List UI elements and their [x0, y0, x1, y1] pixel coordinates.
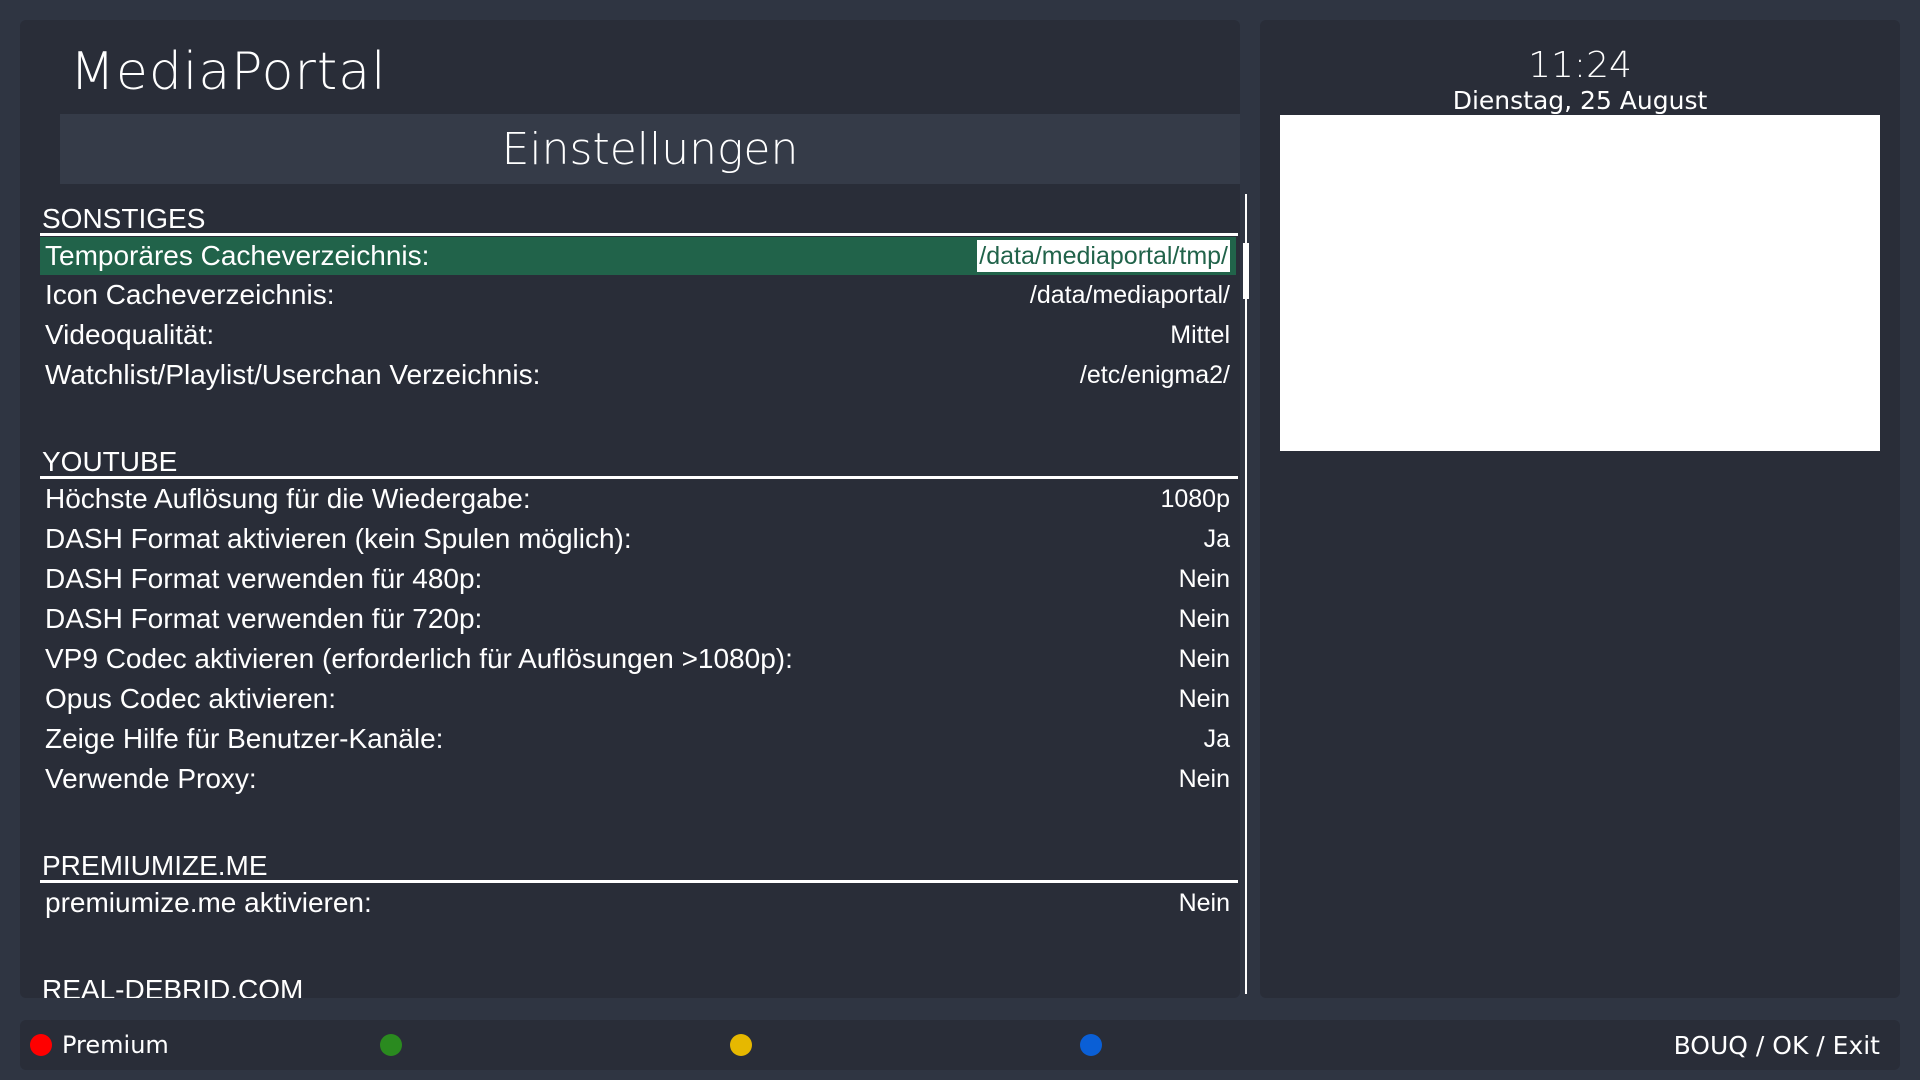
setting-row[interactable]: Watchlist/Playlist/Userchan Verzeichnis:… [40, 355, 1236, 395]
setting-value[interactable]: Ja [1204, 525, 1230, 554]
green-dot-icon [380, 1034, 402, 1056]
setting-value[interactable]: Nein [1179, 605, 1230, 634]
section-header: SONSTIGES [40, 198, 1238, 236]
yellow-button[interactable] [730, 1020, 752, 1070]
setting-value[interactable]: Nein [1179, 685, 1230, 714]
setting-row[interactable]: Verwende Proxy: Nein [40, 759, 1236, 799]
setting-label: VP9 Codec aktivieren (erforderlich für A… [45, 643, 793, 674]
red-button-label: Premium [62, 1031, 169, 1059]
app-title: MediaPortal [70, 42, 387, 102]
setting-row[interactable]: DASH Format aktivieren (kein Spulen mögl… [40, 519, 1236, 559]
setting-label: DASH Format verwenden für 720p: [45, 603, 483, 634]
setting-row[interactable]: Temporäres Cacheverzeichnis: /data/mediap… [40, 237, 1236, 275]
setting-value[interactable]: /data/mediaportal/tmp/ [977, 240, 1230, 272]
setting-value[interactable]: Ja [1204, 725, 1230, 754]
setting-row[interactable]: Icon Cacheverzeichnis: /data/mediaportal/ [40, 275, 1236, 315]
info-panel: 11:24 Dienstag, 25 August [1260, 20, 1900, 998]
setting-value[interactable]: Nein [1179, 645, 1230, 674]
setting-value[interactable]: /data/mediaportal/ [1030, 281, 1230, 310]
setting-row[interactable]: VP9 Codec aktivieren (erforderlich für A… [40, 639, 1236, 679]
setting-value[interactable]: 1080p [1160, 485, 1230, 514]
setting-label: Höchste Auflösung für die Wiedergabe: [45, 483, 531, 514]
page-title: Einstellungen [501, 123, 799, 175]
setting-row[interactable]: Videoqualität: Mittel [40, 315, 1236, 355]
setting-row[interactable]: Höchste Auflösung für die Wiedergabe: 108… [40, 479, 1236, 519]
setting-label: DASH Format verwenden für 480p: [45, 563, 483, 594]
scrollbar-track[interactable] [1245, 194, 1247, 994]
green-button[interactable] [380, 1020, 402, 1070]
setting-label: Icon Cacheverzeichnis: [45, 279, 335, 310]
setting-label: premiumize.me aktivieren: [45, 887, 372, 918]
section-header: PREMIUMIZE.ME [40, 845, 1238, 883]
setting-label: Watchlist/Playlist/Userchan Verzeichnis: [45, 359, 541, 390]
preview-area [1280, 115, 1880, 451]
setting-value[interactable]: Nein [1179, 565, 1230, 594]
title-bar: Einstellungen [60, 114, 1240, 184]
setting-value[interactable]: /etc/enigma2/ [1080, 361, 1230, 390]
setting-value[interactable]: Mittel [1170, 321, 1230, 350]
setting-label: Opus Codec aktivieren: [45, 683, 337, 714]
red-dot-icon [30, 1034, 52, 1056]
setting-row[interactable]: premiumize.me aktivieren: Nein [40, 883, 1236, 923]
setting-row[interactable]: DASH Format verwenden für 720p: Nein [40, 599, 1236, 639]
setting-label: Temporäres Cacheverzeichnis: [45, 240, 430, 271]
blue-dot-icon [1080, 1034, 1102, 1056]
setting-label: DASH Format aktivieren (kein Spulen mögl… [45, 523, 632, 554]
setting-label: Zeige Hilfe für Benutzer-Kanäle: [45, 723, 444, 754]
key-help-text: BOUQ / OK / Exit [1673, 1031, 1880, 1060]
setting-value[interactable]: Nein [1179, 765, 1230, 794]
scrollbar-thumb[interactable] [1243, 243, 1249, 299]
settings-list[interactable]: SONSTIGES Temporäres Cacheverzeichnis: /da… [40, 192, 1240, 998]
setting-label: Videoqualität: [45, 319, 215, 350]
blue-button[interactable] [1080, 1020, 1102, 1070]
setting-row[interactable]: DASH Format verwenden für 480p: Nein [40, 559, 1236, 599]
section-header: REAL-DEBRID.COM [40, 969, 1238, 998]
settings-panel: MediaPortal Einstellungen SONSTIGES Tempo… [20, 20, 1249, 998]
yellow-dot-icon [730, 1034, 752, 1056]
setting-label: Verwende Proxy: [45, 763, 257, 794]
red-button[interactable]: Premium [30, 1020, 169, 1070]
setting-value[interactable]: Nein [1179, 889, 1230, 918]
section-header: YOUTUBE [40, 441, 1238, 479]
setting-row[interactable]: Zeige Hilfe für Benutzer-Kanäle: Ja [40, 719, 1236, 759]
setting-row[interactable]: Opus Codec aktivieren: Nein [40, 679, 1236, 719]
clock-date: Dienstag, 25 August [1452, 86, 1708, 115]
button-bar: Premium BOUQ / OK / Exit [20, 1020, 1900, 1070]
clock-time: 11:24 [1528, 45, 1632, 86]
